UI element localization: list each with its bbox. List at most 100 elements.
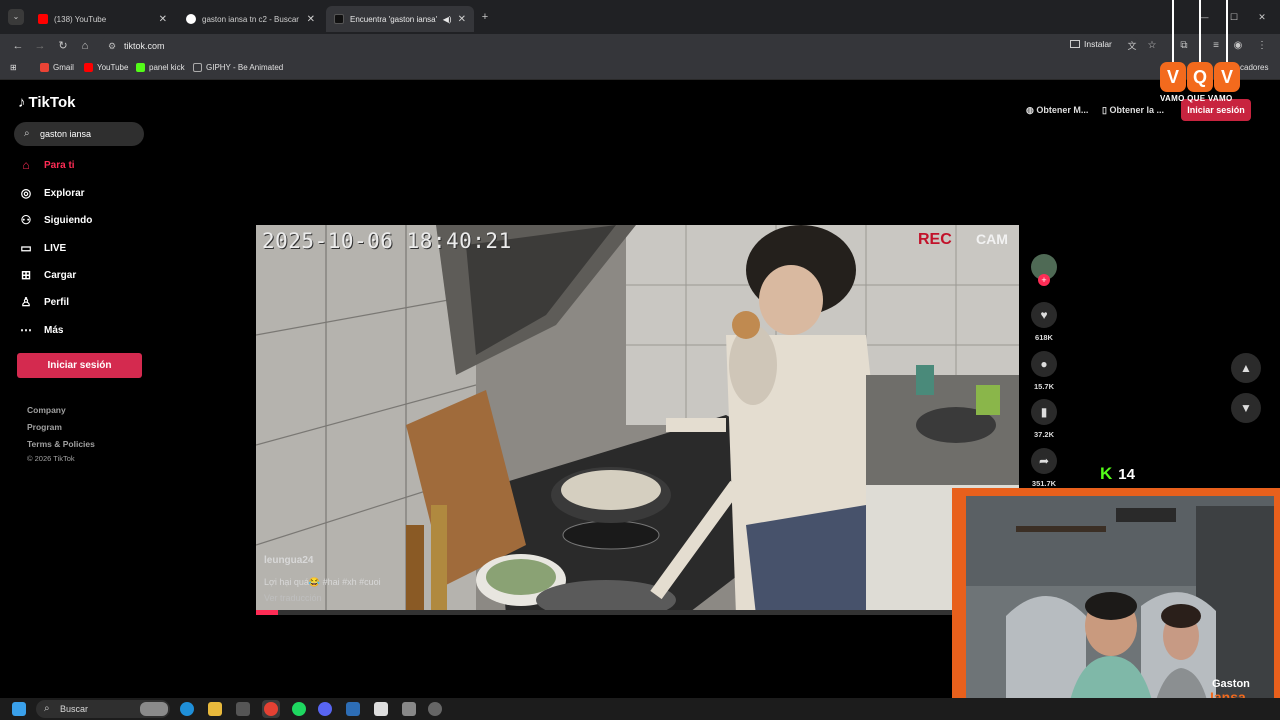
site-info-icon[interactable]: ⚙ xyxy=(108,36,116,56)
get-app-button[interactable]: ▯ Obtener la ... xyxy=(1102,99,1164,121)
tiktok-logo[interactable]: ♪ TikTok xyxy=(18,94,75,111)
close-window-icon[interactable]: ✕ xyxy=(1254,9,1270,25)
obs-icon[interactable] xyxy=(428,702,442,716)
tab-tiktok[interactable]: Encuentra 'gaston iansa' en ◀) ✕ xyxy=(326,6,474,32)
rec-indicator: REC xyxy=(918,231,952,248)
windows-start-icon[interactable] xyxy=(12,702,26,716)
video-player[interactable]: 2025-10-06 18:40:21 REC CAM leungua24 Lợ… xyxy=(256,225,1019,615)
nav-label: Siguiendo xyxy=(44,214,93,226)
bookmark-panel-kick[interactable]: panel kick xyxy=(136,63,185,72)
profile-icon[interactable]: ◉ xyxy=(1230,38,1246,54)
next-video-button[interactable]: ▼ xyxy=(1231,393,1261,423)
nav-item-live[interactable]: ▭ LIVE xyxy=(18,238,66,258)
widget-icon[interactable] xyxy=(140,702,168,716)
nav-label: Más xyxy=(44,324,64,336)
close-icon[interactable]: ✕ xyxy=(307,14,315,25)
nav-item-para-ti[interactable]: ⌂ Para ti xyxy=(18,155,74,175)
person-icon: ⚇ xyxy=(20,213,32,227)
tab-google-search[interactable]: gaston iansa tn c2 - Buscar con ✕ xyxy=(178,6,323,32)
edge-icon[interactable] xyxy=(180,702,194,716)
comment-icon: ● xyxy=(1031,351,1057,377)
reload-icon[interactable]: ↻ xyxy=(55,38,71,54)
bookmark-gmail[interactable]: Gmail xyxy=(40,63,74,72)
capcut-icon[interactable] xyxy=(374,702,388,716)
bookmark-label: YouTube xyxy=(97,63,129,72)
tiktok-logo-text: TikTok xyxy=(28,94,76,111)
like-button[interactable]: ♥ 618K xyxy=(1030,302,1058,342)
nav-item-siguiendo[interactable]: ⚇ Siguiendo xyxy=(18,210,93,230)
like-count: 618K xyxy=(1035,333,1053,342)
address-bar[interactable]: ⚙ tiktok.com xyxy=(100,36,1140,56)
folder-icon[interactable] xyxy=(208,702,222,716)
author-avatar[interactable]: + xyxy=(1030,254,1058,286)
search-input[interactable]: ⌕ gaston iansa xyxy=(14,122,144,146)
footer-link-company[interactable]: Company xyxy=(27,405,66,415)
taskbar-search-placeholder: Buscar xyxy=(60,704,89,714)
youtube-icon xyxy=(84,63,93,72)
close-icon[interactable]: ✕ xyxy=(159,14,167,25)
nav-item-cargar[interactable]: ⊞ Cargar xyxy=(18,265,76,285)
bookmark-youtube[interactable]: YouTube xyxy=(84,63,128,72)
extensions-icon[interactable]: ⧉ xyxy=(1176,38,1192,54)
previous-video-button[interactable]: ▲ xyxy=(1231,353,1261,383)
install-button[interactable]: Instalar xyxy=(1070,39,1112,49)
browser-toolbar: ← → ↻ ⌂ ⚙ tiktok.com Instalar 文 ☆ ⧉ ≡ ◉ … xyxy=(0,34,1280,58)
spotify-icon[interactable] xyxy=(292,702,306,716)
store-icon[interactable] xyxy=(236,702,250,716)
tiktok-icon xyxy=(334,14,344,24)
kick-viewer-count: K 14 xyxy=(1100,464,1135,484)
media-icon[interactable]: ≡ xyxy=(1208,38,1224,54)
shield-icon[interactable] xyxy=(402,702,416,716)
video-frame xyxy=(256,225,1019,615)
kick-icon: K xyxy=(1100,464,1113,483)
nav-label: Perfil xyxy=(44,296,70,308)
overlay-slogan: VAMO QUE VAMO xyxy=(1160,94,1233,103)
translate-link[interactable]: Ver traducción xyxy=(264,593,322,603)
video-author[interactable]: leungua24 xyxy=(264,555,313,566)
star-icon[interactable]: ☆ xyxy=(1144,38,1160,54)
discord-icon[interactable] xyxy=(318,702,332,716)
nav-label: Explorar xyxy=(44,187,85,199)
nav-item-explorar[interactable]: ◎ Explorar xyxy=(18,183,85,203)
close-icon[interactable]: ✕ xyxy=(458,14,466,25)
bookmark-other[interactable]: cadores xyxy=(1240,63,1268,72)
nav-item-mas[interactable]: ⋯ Más xyxy=(18,320,63,340)
share-button[interactable]: ➦ 351.7K xyxy=(1030,448,1058,488)
install-label: Instalar xyxy=(1084,39,1112,49)
speaker-icon[interactable]: ◀) xyxy=(443,15,452,24)
viewer-count: 14 xyxy=(1118,465,1135,483)
gmail-icon xyxy=(40,63,49,72)
apps-icon[interactable]: ⊞ xyxy=(10,63,17,72)
get-coins-button[interactable]: ◍ Obtener M... xyxy=(1026,99,1088,121)
app-icon[interactable] xyxy=(346,702,360,716)
translate-icon[interactable]: 文 xyxy=(1124,38,1140,54)
webcam-feed: Gaston Iansa xyxy=(966,496,1274,720)
chrome-taskbar-button[interactable] xyxy=(262,700,280,718)
maximize-icon[interactable]: ☐ xyxy=(1226,9,1242,25)
footer-link-terms[interactable]: Terms & Policies xyxy=(27,439,95,449)
nav-item-perfil[interactable]: ♙ Perfil xyxy=(18,292,69,312)
overlay-string xyxy=(1226,0,1228,62)
tab-search-icon[interactable]: ⌄ xyxy=(8,9,24,25)
heart-icon: ♥ xyxy=(1031,302,1057,328)
more-icon: ⋯ xyxy=(20,323,32,337)
comment-button[interactable]: ● 15.7K xyxy=(1030,351,1058,391)
page-icon xyxy=(193,63,202,72)
menu-icon[interactable]: ⋮ xyxy=(1254,38,1270,54)
nav-label: LIVE xyxy=(44,242,67,254)
save-button[interactable]: ▮ 37.2K xyxy=(1030,399,1058,439)
upload-icon: ⊞ xyxy=(20,268,32,282)
profile-icon: ♙ xyxy=(20,295,32,309)
tab-youtube[interactable]: (138) YouTube ✕ xyxy=(30,6,175,32)
bookmark-giphy[interactable]: GIPHY - Be Animated xyxy=(193,63,283,72)
footer-link-program[interactable]: Program xyxy=(27,422,62,432)
forward-icon[interactable]: → xyxy=(32,38,48,54)
nav-label: Cargar xyxy=(44,269,77,281)
new-tab-button[interactable]: + xyxy=(477,9,493,25)
home-icon[interactable]: ⌂ xyxy=(77,38,93,54)
login-button-sidebar[interactable]: Iniciar sesión xyxy=(17,353,142,378)
follow-plus-icon[interactable]: + xyxy=(1038,274,1050,286)
search-value: gaston iansa xyxy=(40,129,92,139)
back-icon[interactable]: ← xyxy=(10,38,26,54)
compass-icon: ◎ xyxy=(20,186,32,200)
